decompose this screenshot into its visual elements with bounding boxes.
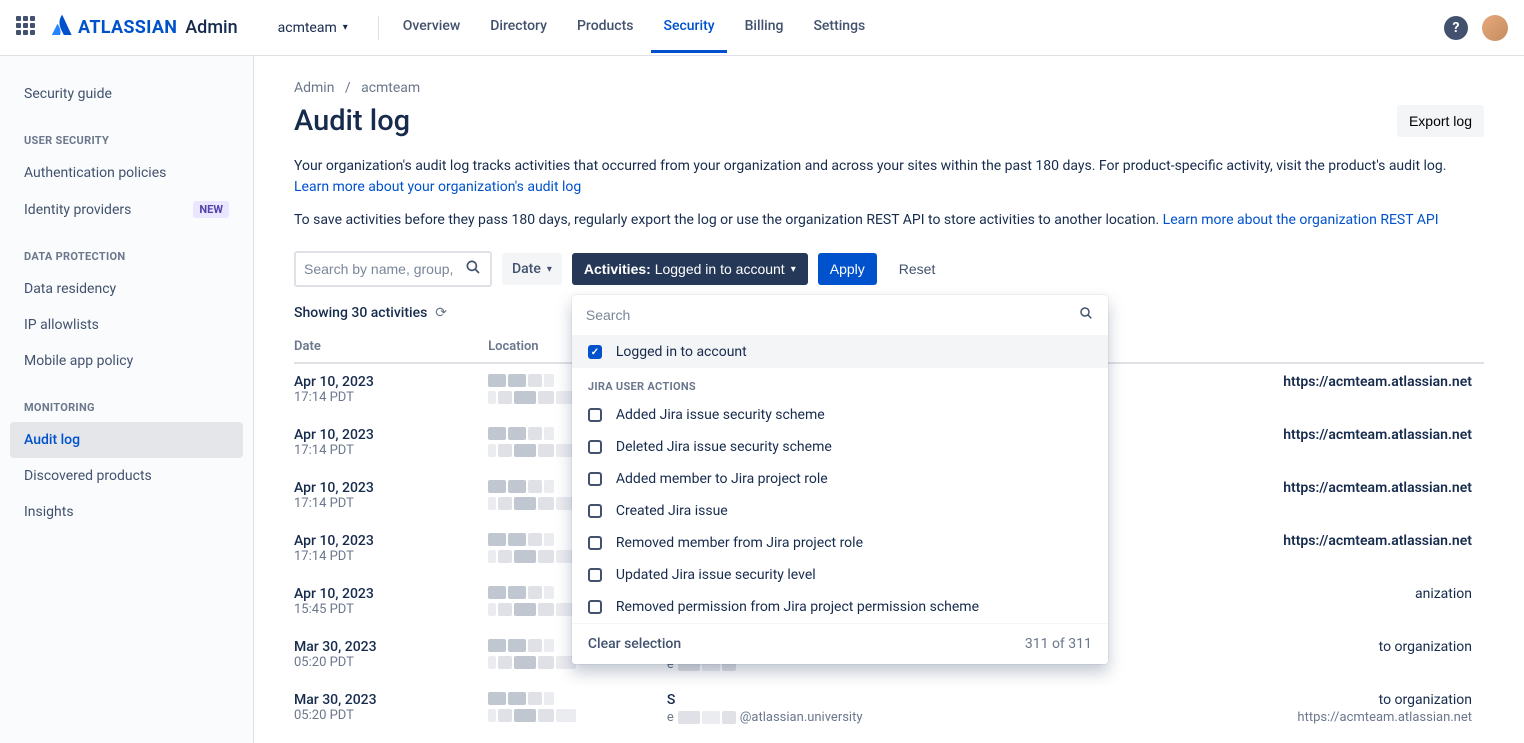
dropdown-item[interactable]: ✓ Logged in to account xyxy=(572,336,1108,368)
sidebar-item[interactable]: Discovered products xyxy=(10,458,243,494)
search-icon xyxy=(464,258,482,280)
sidebar: Security guideUSER SECURITYAuthenticatio… xyxy=(0,56,254,743)
sidebar-item[interactable]: Data residency xyxy=(10,271,243,307)
nav-link-settings[interactable]: Settings xyxy=(801,2,877,53)
sidebar-item[interactable]: Insights xyxy=(10,494,243,530)
checkbox[interactable] xyxy=(588,408,602,422)
date-filter-button[interactable]: Date ▾ xyxy=(502,253,562,285)
refresh-icon[interactable]: ⟳ xyxy=(435,305,447,321)
activities-prefix: Activities: xyxy=(584,261,651,277)
export-log-button[interactable]: Export log xyxy=(1397,105,1484,137)
col-date: Date xyxy=(294,331,488,363)
dropdown-list[interactable]: ✓ Logged in to account JIRA USER ACTIONS Ad… xyxy=(572,336,1108,623)
atlassian-logo-icon xyxy=(52,15,72,40)
chevron-down-icon: ▾ xyxy=(547,264,552,275)
intro-text-2: To save activities before they pass 180 … xyxy=(294,210,1484,231)
help-icon[interactable]: ? xyxy=(1444,16,1468,40)
activities-filter-button[interactable]: Activities: Logged in to account ▾ xyxy=(572,253,808,285)
table-row[interactable]: Mar 30, 202305:20 PDTSto organizatione@a… xyxy=(294,682,1484,735)
dropdown-item[interactable]: Removed member from Jira project role xyxy=(572,527,1108,559)
nav-link-overview[interactable]: Overview xyxy=(391,2,472,53)
brand-product: Admin xyxy=(185,17,237,38)
intro-link-1[interactable]: Learn more about your organization's aud… xyxy=(294,179,581,195)
main-content: Admin / acmteam Audit log Export log You… xyxy=(254,56,1524,743)
checkbox[interactable] xyxy=(588,472,602,486)
dropdown-item-label: Created Jira issue xyxy=(616,503,728,519)
checkbox[interactable] xyxy=(588,440,602,454)
activities-value: Logged in to account xyxy=(655,261,785,277)
sidebar-item[interactable]: Authentication policies xyxy=(10,155,243,191)
sidebar-item[interactable]: Identity providersNEW xyxy=(10,191,243,228)
app-switcher-icon[interactable] xyxy=(16,16,40,40)
sidebar-item[interactable]: Audit log xyxy=(10,422,243,458)
search-box[interactable] xyxy=(294,251,492,287)
date-label: Date xyxy=(512,261,541,277)
checkbox[interactable] xyxy=(588,536,602,550)
dropdown-item-label: Added member to Jira project role xyxy=(616,471,828,487)
search-icon xyxy=(1078,305,1094,325)
sidebar-heading: MONITORING xyxy=(10,379,243,422)
dropdown-item[interactable]: Removed permission from Jira project per… xyxy=(572,591,1108,623)
breadcrumb: Admin / acmteam xyxy=(294,80,1484,96)
checkbox[interactable] xyxy=(588,568,602,582)
checkbox[interactable]: ✓ xyxy=(588,345,602,359)
dropdown-item[interactable]: Updated Jira issue security level xyxy=(572,559,1108,591)
dropdown-item[interactable]: Added member to Jira project role xyxy=(572,463,1108,495)
dropdown-search xyxy=(572,295,1108,336)
dropdown-item-label: Updated Jira issue security level xyxy=(616,567,816,583)
org-name: acmteam xyxy=(278,20,337,36)
dropdown-item[interactable]: Created Jira issue xyxy=(572,495,1108,527)
logo[interactable]: ATLASSIAN Admin xyxy=(52,15,238,40)
activities-dropdown: ✓ Logged in to account JIRA USER ACTIONS Ad… xyxy=(572,295,1108,664)
filter-row: Date ▾ Activities: Logged in to account … xyxy=(294,251,1484,287)
sidebar-item[interactable]: Mobile app policy xyxy=(10,343,243,379)
sidebar-heading: DATA PROTECTION xyxy=(10,228,243,271)
search-input[interactable] xyxy=(304,261,464,277)
clear-selection-button[interactable]: Clear selection xyxy=(588,636,681,652)
dropdown-footer: Clear selection 311 of 311 xyxy=(572,623,1108,664)
nav-link-directory[interactable]: Directory xyxy=(478,2,559,53)
new-badge: NEW xyxy=(193,201,229,218)
dropdown-search-input[interactable] xyxy=(586,307,1078,323)
page-title: Audit log xyxy=(294,104,410,138)
brand-name: ATLASSIAN xyxy=(78,17,177,38)
breadcrumb-root[interactable]: Admin xyxy=(294,80,334,96)
dropdown-item-label: Logged in to account xyxy=(616,344,747,360)
breadcrumb-current: acmteam xyxy=(361,80,420,96)
dropdown-item-label: Added Jira issue security scheme xyxy=(616,407,825,423)
sidebar-item[interactable]: IP allowlists xyxy=(10,307,243,343)
top-nav: ATLASSIAN Admin acmteam ▾ OverviewDirect… xyxy=(0,0,1524,56)
intro-text-1: Your organization's audit log tracks act… xyxy=(294,156,1484,198)
dropdown-group-heading: JIRA USER ACTIONS xyxy=(572,368,1108,399)
dropdown-item-label: Removed permission from Jira project per… xyxy=(616,599,979,615)
org-switcher[interactable]: acmteam ▾ xyxy=(266,14,360,42)
apply-button[interactable]: Apply xyxy=(818,253,877,285)
checkbox[interactable] xyxy=(588,600,602,614)
avatar[interactable] xyxy=(1482,15,1508,41)
nav-link-security[interactable]: Security xyxy=(651,2,726,53)
dropdown-item[interactable]: Deleted Jira issue security scheme xyxy=(572,431,1108,463)
intro-link-2[interactable]: Learn more about the organization REST A… xyxy=(1163,212,1439,228)
nav-link-billing[interactable]: Billing xyxy=(733,2,796,53)
divider xyxy=(378,16,379,40)
dropdown-count: 311 of 311 xyxy=(1025,636,1092,652)
nav-links: OverviewDirectoryProductsSecurityBilling… xyxy=(391,2,877,53)
reset-button[interactable]: Reset xyxy=(887,253,948,285)
nav-link-products[interactable]: Products xyxy=(565,2,646,53)
dropdown-item-label: Deleted Jira issue security scheme xyxy=(616,439,832,455)
dropdown-item[interactable]: Added Jira issue security scheme xyxy=(572,399,1108,431)
chevron-down-icon: ▾ xyxy=(343,22,348,33)
sidebar-item[interactable]: Security guide xyxy=(10,76,243,112)
sidebar-heading: USER SECURITY xyxy=(10,112,243,155)
chevron-down-icon: ▾ xyxy=(791,264,796,275)
dropdown-item-label: Removed member from Jira project role xyxy=(616,535,863,551)
checkbox[interactable] xyxy=(588,504,602,518)
